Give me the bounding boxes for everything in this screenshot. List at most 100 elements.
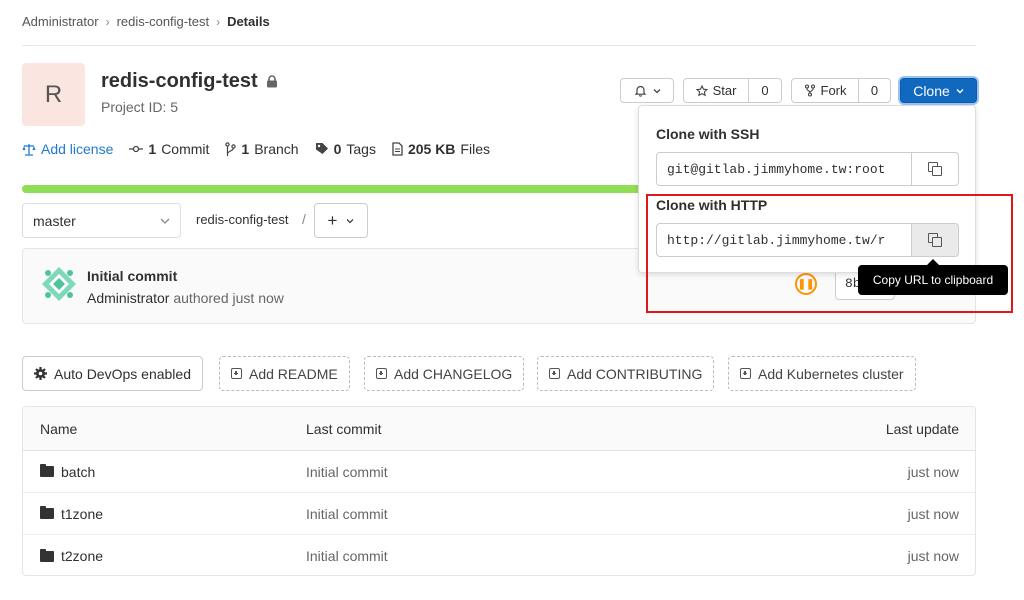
file-name[interactable]: t2zone [61, 548, 103, 564]
folder-icon [40, 464, 54, 477]
table-row[interactable]: t2zone Initial commit just now [23, 535, 975, 575]
branches-count: 1 [241, 141, 250, 157]
project-title: redis-config-test [101, 70, 278, 93]
clone-label: Clone [913, 82, 950, 99]
clone-ssh-input[interactable]: git@gitlab.jimmyhome.tw:root [656, 152, 912, 186]
project-avatar: R [22, 63, 85, 126]
clone-ssh-group: git@gitlab.jimmyhome.tw:root [656, 152, 959, 186]
add-readme-label: Add README [249, 365, 338, 382]
add-contributing-button[interactable]: Add CONTRIBUTING [537, 356, 715, 391]
commit-meta: Administrator authored just now [87, 290, 284, 306]
file-tree-table: Name Last commit Last update batch Initi… [22, 406, 976, 576]
add-license-link[interactable]: Add license [22, 141, 113, 157]
add-changelog-label: Add CHANGELOG [394, 365, 513, 382]
plus-square-icon [740, 368, 751, 379]
row-last-commit[interactable]: Initial commit [306, 464, 706, 480]
commits-label: Commit [161, 141, 210, 157]
gear-icon [34, 367, 47, 380]
star-icon [695, 84, 708, 96]
plus-square-icon [549, 368, 560, 379]
clone-button[interactable]: Clone [900, 78, 977, 103]
notification-button[interactable] [620, 78, 674, 103]
folder-icon [40, 506, 54, 519]
column-last-update: Last update [885, 420, 959, 437]
divider [22, 45, 976, 46]
project-stats: Add license 1 Commit 1 Branch 0 Tags 205… [22, 141, 506, 157]
chevron-right-icon: › [216, 14, 221, 29]
table-header: Name Last commit Last update [23, 407, 975, 451]
tags-label: Tags [346, 141, 376, 157]
chevron-down-icon [160, 218, 170, 224]
plus-icon: + [327, 210, 338, 230]
path-separator: / [302, 211, 306, 227]
tag-icon [315, 143, 328, 154]
chevron-right-icon: › [105, 14, 110, 29]
file-name[interactable]: t1zone [61, 506, 103, 522]
commits-link[interactable]: 1 Commit [129, 141, 209, 157]
table-row[interactable]: t1zone Initial commit just now [23, 493, 975, 535]
clone-ssh-label: Clone with SSH [656, 126, 760, 142]
fork-button[interactable]: Fork [791, 78, 859, 103]
row-last-commit[interactable]: Initial commit [306, 548, 706, 564]
file-icon [392, 142, 403, 156]
add-to-tree-button[interactable]: + [314, 203, 368, 238]
copy-icon [928, 162, 942, 176]
commit-title[interactable]: Initial commit [87, 268, 177, 284]
breadcrumb-administrator[interactable]: Administrator [22, 14, 99, 29]
add-license-label: Add license [41, 141, 114, 157]
table-row[interactable]: batch Initial commit just now [23, 451, 975, 493]
project-name: redis-config-test [101, 70, 258, 92]
row-last-commit[interactable]: Initial commit [306, 506, 706, 522]
commit-author[interactable]: Administrator [87, 290, 169, 306]
branch-name: master [33, 212, 76, 229]
row-last-update: just now [907, 548, 959, 564]
highlight-box [646, 194, 1013, 313]
branch-selector[interactable]: master [22, 203, 181, 238]
copy-ssh-button[interactable] [912, 152, 959, 186]
chevron-down-icon [347, 218, 354, 223]
repo-path[interactable]: redis-config-test [196, 212, 288, 227]
column-name: Name [40, 420, 78, 437]
tags-count: 0 [333, 141, 342, 157]
row-last-update: just now [907, 463, 959, 480]
branches-link[interactable]: 1 Branch [225, 141, 299, 157]
chevron-down-icon [653, 88, 660, 93]
breadcrumb-current: Details [227, 14, 270, 29]
fork-group: Fork 0 [791, 78, 891, 103]
chevron-down-icon [956, 88, 964, 93]
bell-icon [634, 85, 646, 97]
auto-devops-label: Auto DevOps enabled [54, 365, 191, 382]
files-size: 205 KB [407, 141, 456, 157]
auto-devops-button[interactable]: Auto DevOps enabled [22, 356, 203, 391]
folder-icon [40, 548, 54, 562]
commits-count: 1 [148, 141, 157, 157]
breadcrumb: Administrator › redis-config-test › Deta… [22, 14, 270, 29]
branches-label: Branch [254, 141, 299, 157]
row-last-update: just now [907, 505, 959, 522]
tags-link[interactable]: 0 Tags [315, 141, 376, 157]
scale-icon [22, 143, 36, 156]
breadcrumb-project[interactable]: redis-config-test [117, 14, 209, 29]
add-changelog-button[interactable]: Add CHANGELOG [364, 356, 525, 391]
add-kubernetes-label: Add Kubernetes cluster [758, 365, 904, 382]
file-name[interactable]: batch [61, 464, 95, 480]
fork-icon [804, 84, 815, 97]
plus-square-icon [376, 368, 387, 379]
files-label: Files [460, 141, 490, 157]
commit-authored: authored just now [173, 290, 284, 306]
star-label: Star [712, 83, 737, 98]
add-contributing-label: Add CONTRIBUTING [567, 365, 703, 382]
files-link[interactable]: 205 KB Files [392, 141, 490, 157]
commit-author-avatar [40, 265, 78, 303]
branch-icon [225, 142, 237, 156]
column-last-commit: Last commit [306, 420, 382, 437]
fork-label: Fork [820, 83, 847, 98]
add-readme-button[interactable]: Add README [219, 356, 350, 391]
add-kubernetes-button[interactable]: Add Kubernetes cluster [728, 356, 916, 391]
star-count[interactable]: 0 [749, 78, 782, 103]
lock-icon [266, 75, 277, 88]
fork-count[interactable]: 0 [859, 78, 891, 103]
copy-tooltip: Copy URL to clipboard [858, 265, 1008, 295]
star-button[interactable]: Star [683, 78, 749, 103]
commit-icon [129, 145, 144, 153]
